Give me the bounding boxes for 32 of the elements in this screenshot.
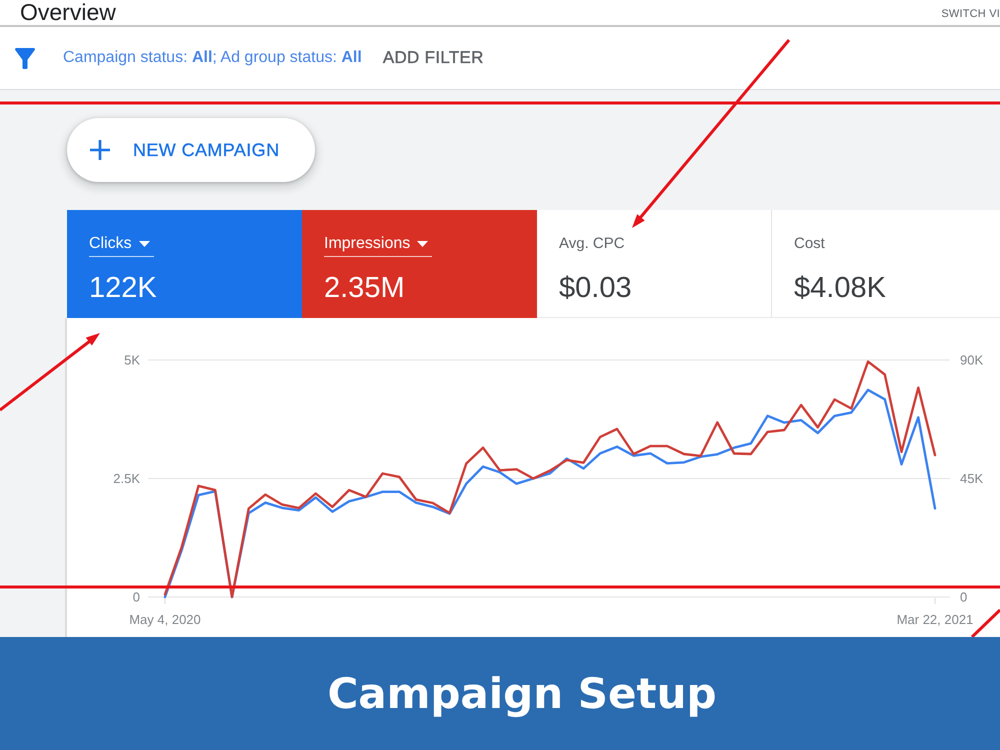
filter-icon[interactable] xyxy=(15,48,35,68)
axis-label: 2.5K xyxy=(113,471,140,486)
axis-label: 90K xyxy=(960,352,984,368)
metric-value: 2.35M xyxy=(324,271,405,305)
metric-value: $4.08K xyxy=(794,271,886,305)
axis-label: May 4, 2020 xyxy=(129,612,201,627)
axis-label: 0 xyxy=(960,590,968,604)
metric-value: 122K xyxy=(89,271,157,305)
page-title: Overview xyxy=(20,1,116,24)
axis-label: 0 xyxy=(132,590,140,604)
banner-title: Campaign Setup xyxy=(327,669,717,718)
axis-label: Mar 22, 2021 xyxy=(896,612,974,627)
axis-label: 45K xyxy=(960,471,984,486)
axis-label: 5K xyxy=(124,352,140,368)
filter-summary[interactable]: Campaign status: All; Ad group status: All xyxy=(63,49,362,67)
metric-label: Avg. CPC xyxy=(559,234,625,254)
tick-mark xyxy=(164,598,166,604)
switch-view-button[interactable]: SWITCH VI xyxy=(941,8,1000,20)
metric-dropdown[interactable]: Clicks xyxy=(89,234,154,257)
new-campaign-button[interactable]: NEW CAMPAIGN xyxy=(67,118,315,182)
metric-dropdown[interactable]: Impressions xyxy=(324,234,432,257)
caret-icon xyxy=(417,240,428,246)
metric-label: Cost xyxy=(794,234,825,254)
metric-value: $0.03 xyxy=(559,271,632,305)
metric-card[interactable]: Impressions 2.35M xyxy=(302,210,537,318)
plus-icon xyxy=(90,140,110,160)
metric-card[interactable]: Cost $4.08K xyxy=(772,210,1000,318)
caret-icon xyxy=(138,240,150,246)
metric-card[interactable]: Avg. CPC $0.03 xyxy=(537,210,772,318)
metric-card[interactable]: Clicks 122K xyxy=(67,210,302,318)
tick-mark xyxy=(934,598,936,604)
add-filter-button[interactable]: ADD FILTER xyxy=(382,48,484,68)
